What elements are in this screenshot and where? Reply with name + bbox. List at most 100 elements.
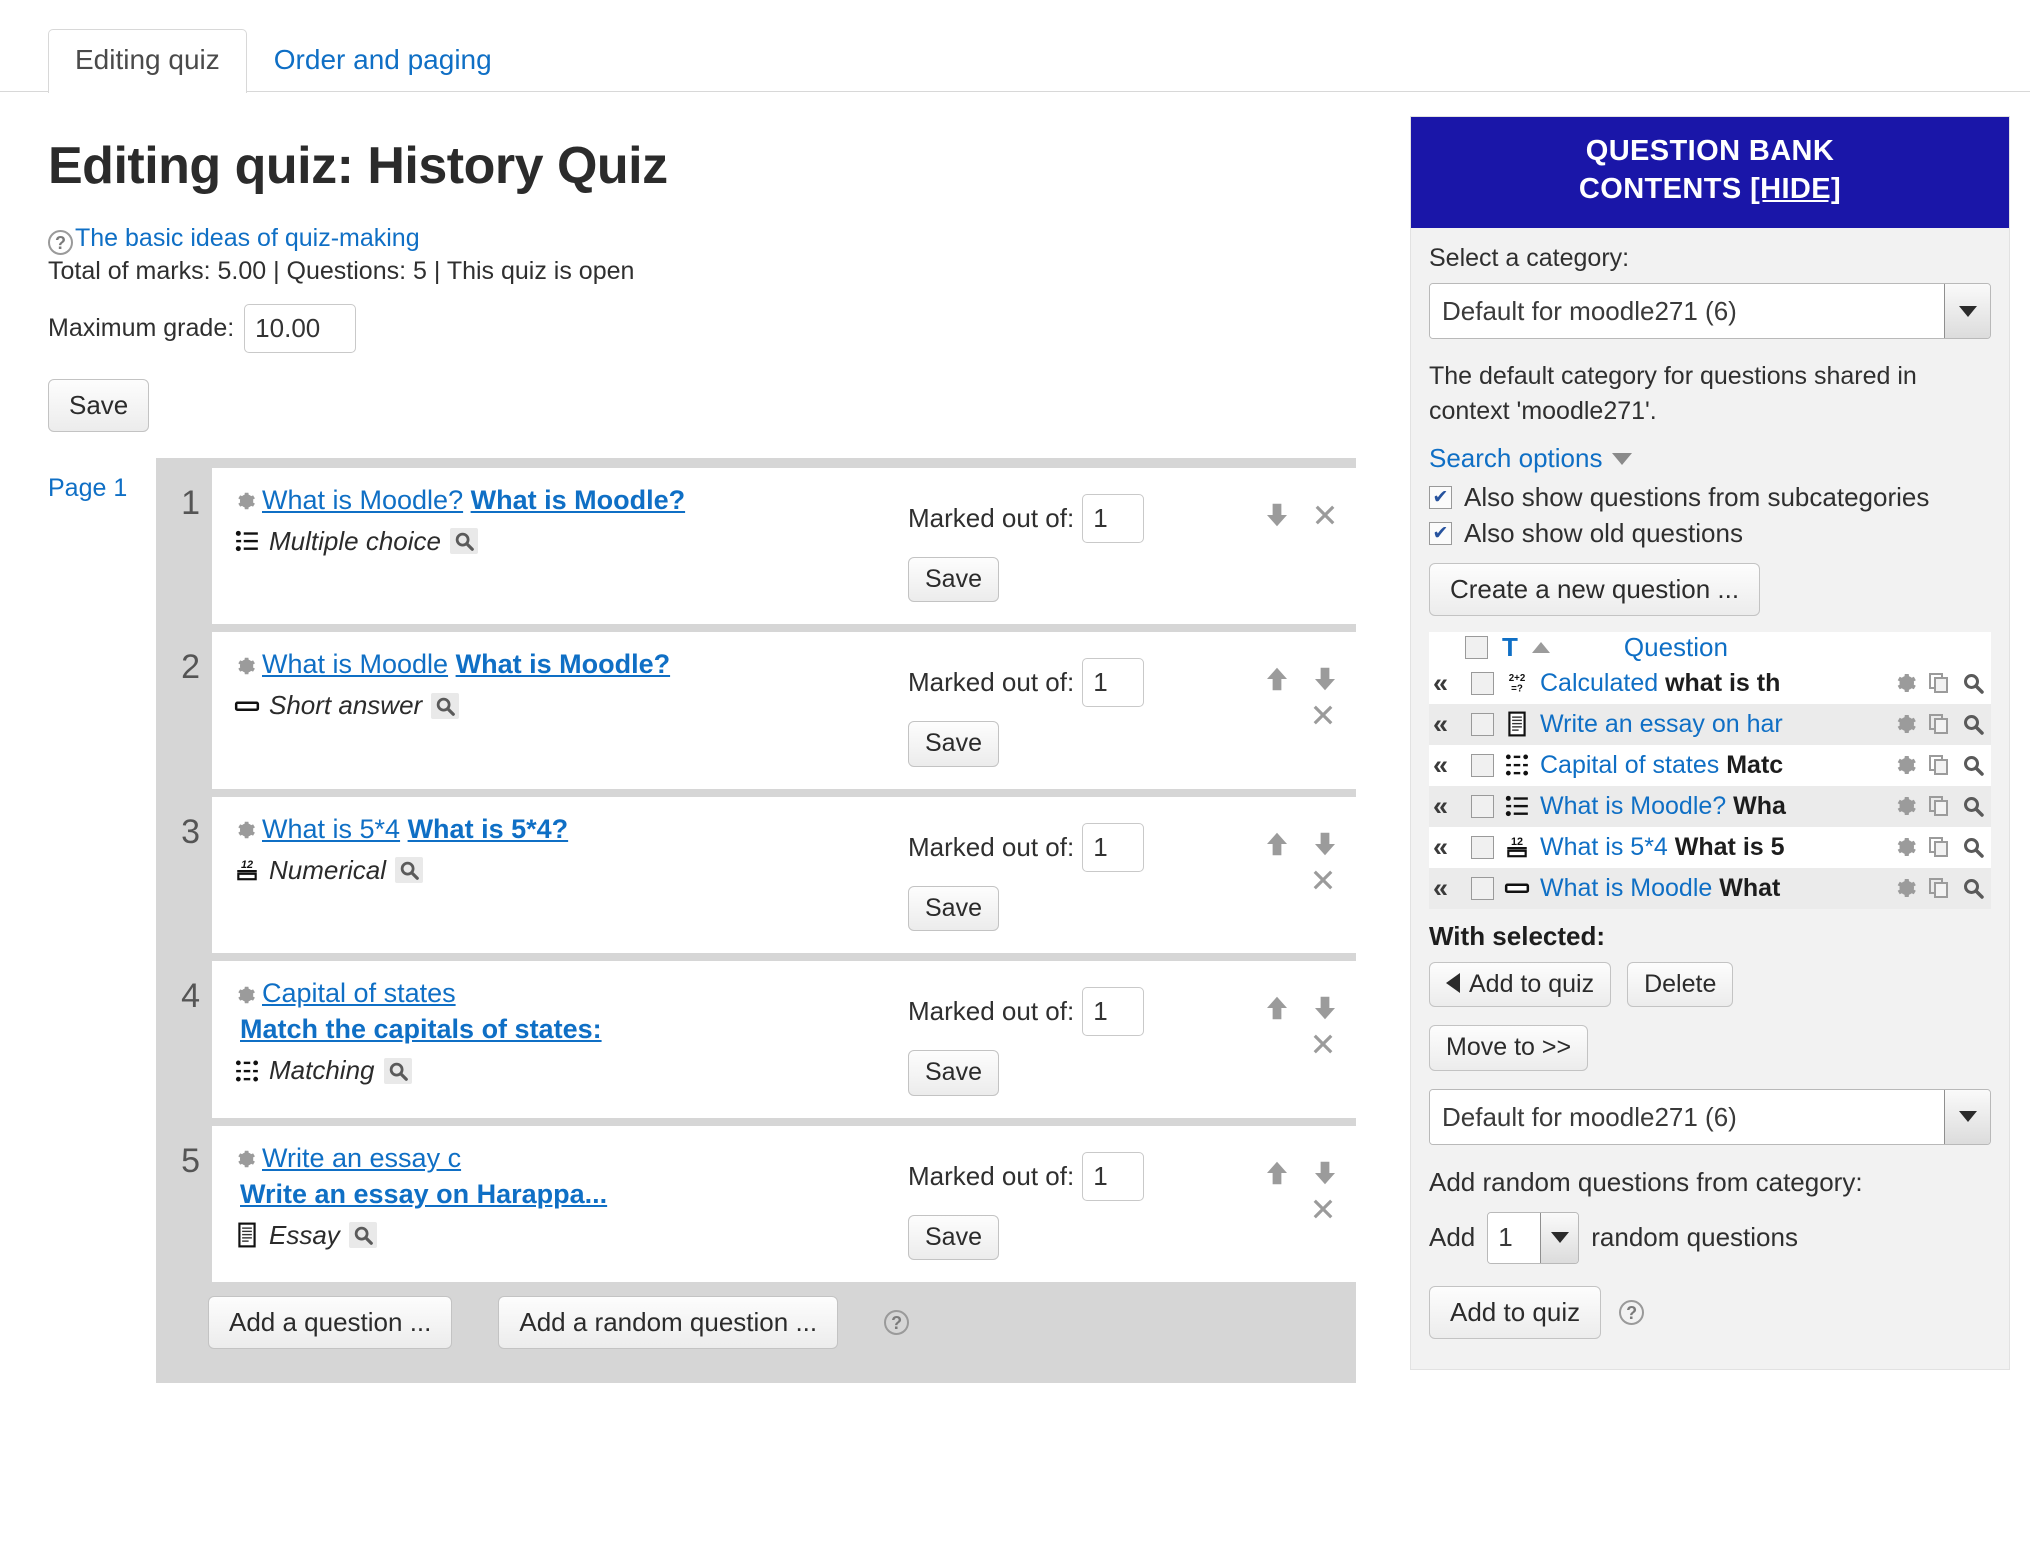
delete-icon[interactable] — [1308, 700, 1338, 730]
checkbox-row-subcategories[interactable]: ✔ Also show questions from subcategories — [1429, 482, 1991, 513]
gear-icon[interactable] — [1893, 835, 1917, 859]
row-save-button[interactable]: Save — [908, 556, 999, 603]
question-text-link[interactable]: Write an essay on Harappa... — [240, 1179, 607, 1209]
gear-icon[interactable] — [1893, 671, 1917, 695]
marks-input[interactable] — [1082, 822, 1145, 872]
preview-icon[interactable] — [1961, 671, 1985, 695]
preview-icon[interactable] — [431, 692, 460, 719]
save-grade-button[interactable]: Save — [48, 379, 150, 432]
gear-icon[interactable] — [1893, 794, 1917, 818]
duplicate-icon[interactable] — [1927, 712, 1951, 736]
gear-icon[interactable] — [1893, 753, 1917, 777]
checkbox-row-old-questions[interactable]: ✔ Also show old questions — [1429, 518, 1991, 549]
add-a-question-button[interactable]: Add a question ... — [208, 1296, 453, 1349]
marks-input[interactable] — [1082, 987, 1145, 1037]
move-to-button[interactable]: Move to >> — [1429, 1025, 1589, 1071]
hide-link[interactable]: [HIDE] — [1750, 173, 1841, 205]
arrow-up-icon[interactable] — [1262, 664, 1292, 694]
add-question-chevron-icon[interactable]: « — [1433, 709, 1461, 740]
duplicate-icon[interactable] — [1927, 835, 1951, 859]
add-question-chevron-icon[interactable]: « — [1433, 873, 1461, 904]
tab-order-and-paging[interactable]: Order and paging — [247, 29, 519, 92]
preview-icon[interactable] — [1961, 835, 1985, 859]
question-bank-row[interactable]: « ✔ 2+2=? Calculated what is th — [1429, 662, 1991, 704]
preview-icon[interactable] — [449, 528, 478, 555]
question-text-link[interactable]: What is 5*4? — [408, 814, 569, 844]
select-all-checkbox[interactable]: ✔ — [1465, 635, 1488, 659]
row-checkbox[interactable]: ✔ — [1471, 876, 1494, 900]
add-a-random-question-button[interactable]: Add a random question ... — [498, 1296, 839, 1349]
question-text-link[interactable]: What is Moodle? — [471, 485, 685, 515]
page-1-label[interactable]: Page 1 — [48, 458, 156, 503]
delete-icon[interactable] — [1308, 1194, 1338, 1224]
question-text-link[interactable]: Match the capitals of states: — [240, 1014, 602, 1044]
duplicate-icon[interactable] — [1927, 794, 1951, 818]
preview-icon[interactable] — [1961, 794, 1985, 818]
add-question-chevron-icon[interactable]: « — [1433, 750, 1461, 781]
maximum-grade-input[interactable] — [244, 304, 357, 353]
row-save-button[interactable]: Save — [908, 1050, 999, 1096]
add-question-chevron-icon[interactable]: « — [1433, 832, 1461, 863]
move-category-select[interactable]: Default for moodle271 (6) — [1429, 1088, 1991, 1145]
arrow-up-icon[interactable] — [1262, 1158, 1292, 1188]
question-name-link[interactable]: What is 5*4 — [262, 814, 400, 844]
delete-icon[interactable] — [1310, 500, 1340, 530]
question-name-link[interactable]: Capital of states — [262, 978, 456, 1008]
question-name-link[interactable]: Write an essay c — [262, 1143, 461, 1173]
row-checkbox[interactable]: ✔ — [1471, 712, 1494, 736]
gear-icon[interactable] — [234, 655, 256, 677]
question-bank-row[interactable]: « ✔ Write an essay on har — [1429, 703, 1991, 745]
preview-icon[interactable] — [348, 1222, 377, 1249]
gear-icon[interactable] — [234, 984, 256, 1006]
question-bank-row[interactable]: « ✔ What is Moodle What — [1429, 867, 1991, 909]
checkbox-subcategories[interactable]: ✔ — [1429, 486, 1452, 510]
add-question-chevron-icon[interactable]: « — [1433, 668, 1461, 699]
column-header-type[interactable]: T — [1502, 632, 1518, 663]
question-name-link[interactable]: What is Moodle? — [262, 485, 463, 515]
row-checkbox[interactable]: ✔ — [1471, 794, 1494, 818]
help-icon[interactable]: ? — [1619, 1299, 1645, 1325]
row-checkbox[interactable]: ✔ — [1471, 671, 1494, 695]
column-header-question[interactable]: Question — [1624, 632, 1728, 663]
create-new-question-button[interactable]: Create a new question ... — [1429, 563, 1761, 616]
add-random-to-quiz-button[interactable]: Add to quiz — [1429, 1285, 1602, 1339]
help-icon[interactable]: ? — [48, 230, 73, 255]
gear-icon[interactable] — [234, 819, 256, 841]
arrow-down-icon[interactable] — [1310, 993, 1340, 1023]
row-checkbox[interactable]: ✔ — [1471, 835, 1494, 859]
marks-input[interactable] — [1082, 658, 1145, 708]
help-icon[interactable]: ? — [884, 1309, 910, 1335]
question-settings-gear[interactable] — [234, 814, 256, 844]
marks-input[interactable] — [1082, 493, 1145, 543]
duplicate-icon[interactable] — [1927, 671, 1951, 695]
question-name-link[interactable]: What is Moodle — [262, 649, 448, 679]
category-select[interactable]: Default for moodle271 (6) — [1429, 283, 1991, 340]
duplicate-icon[interactable] — [1927, 753, 1951, 777]
row-checkbox[interactable]: ✔ — [1471, 753, 1494, 777]
question-bank-row[interactable]: « ✔ Capital of states Matc — [1429, 744, 1991, 786]
delete-icon[interactable] — [1308, 865, 1338, 895]
question-bank-row[interactable]: « ✔ 12 What is 5*4 What is 5 — [1429, 826, 1991, 868]
preview-icon[interactable] — [383, 1057, 412, 1084]
question-bank-row[interactable]: « ✔ What is Moodle? Wha — [1429, 785, 1991, 827]
preview-icon[interactable] — [1961, 712, 1985, 736]
delete-icon[interactable] — [1308, 1029, 1338, 1059]
marks-input[interactable] — [1082, 1151, 1145, 1201]
question-settings-gear[interactable] — [234, 978, 256, 1008]
arrow-down-icon[interactable] — [1262, 500, 1292, 530]
gear-icon[interactable] — [234, 1148, 256, 1170]
preview-icon[interactable] — [1961, 876, 1985, 900]
question-settings-gear[interactable] — [234, 649, 256, 679]
add-question-chevron-icon[interactable]: « — [1433, 791, 1461, 822]
preview-icon[interactable] — [395, 857, 424, 884]
add-to-quiz-button[interactable]: Add to quiz — [1429, 961, 1612, 1008]
row-save-button[interactable]: Save — [908, 885, 999, 932]
preview-icon[interactable] — [1961, 753, 1985, 777]
basic-ideas-link[interactable]: The basic ideas of quiz-making — [75, 224, 420, 252]
checkbox-old-questions[interactable]: ✔ — [1429, 522, 1452, 546]
arrow-up-icon[interactable] — [1262, 829, 1292, 859]
arrow-down-icon[interactable] — [1310, 829, 1340, 859]
question-settings-gear[interactable] — [234, 485, 256, 515]
arrow-up-icon[interactable] — [1262, 993, 1292, 1023]
row-save-button[interactable]: Save — [908, 721, 999, 767]
